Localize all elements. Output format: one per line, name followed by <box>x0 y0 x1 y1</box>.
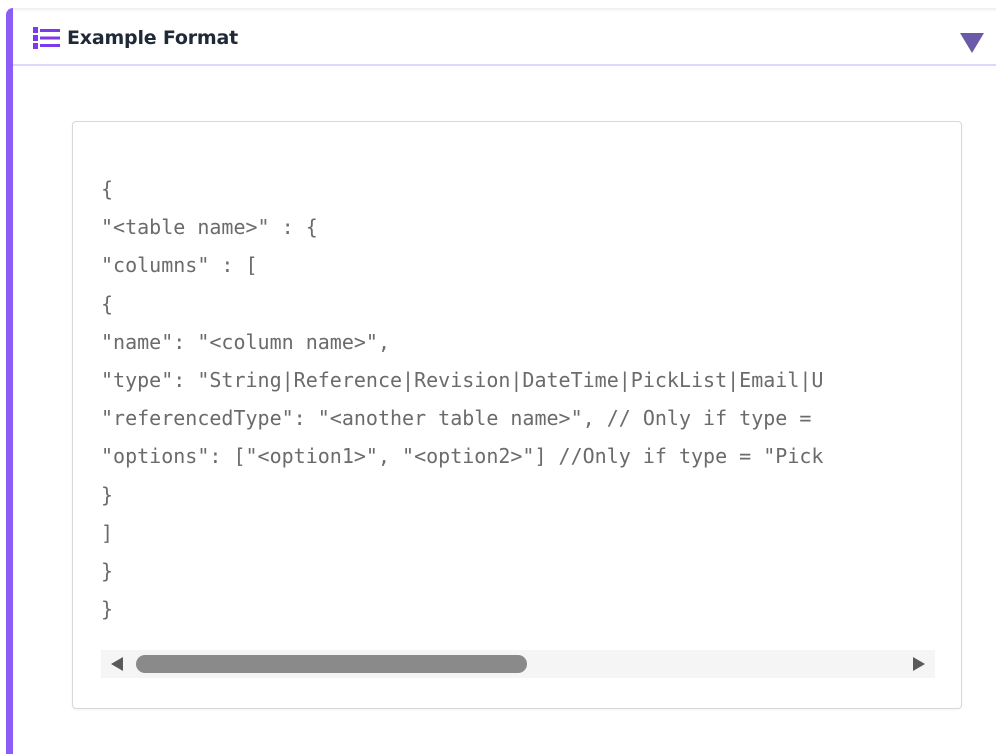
code-line: ] <box>101 520 114 545</box>
code-line: } <box>101 597 114 622</box>
code-line: "<table name>" : { <box>101 215 318 240</box>
scroll-left-arrow-icon[interactable] <box>111 657 123 671</box>
code-line: "type": "String|Reference|Revision|DateT… <box>101 367 824 392</box>
code-line: { <box>101 291 114 316</box>
section-accent-bar <box>6 8 13 754</box>
code-block: { "<table name>" : { "columns" : [ { "na… <box>72 121 962 709</box>
code-viewport[interactable]: { "<table name>" : { "columns" : [ { "na… <box>101 170 935 646</box>
code-line: "columns" : [ <box>101 253 258 278</box>
section-header[interactable]: Example Format <box>13 12 996 66</box>
horizontal-scrollbar[interactable] <box>101 650 935 678</box>
page: Example Format { "<table name>" : { "col… <box>0 0 996 754</box>
triangle-down-icon[interactable] <box>959 32 985 54</box>
code-line: } <box>101 482 114 507</box>
code-line: { <box>101 177 114 201</box>
scroll-right-arrow-icon[interactable] <box>913 657 925 671</box>
code-line: "options": ["<option1>", "<option2>"] //… <box>101 444 824 469</box>
code-line: "name": "<column name>", <box>101 329 390 354</box>
code-line: "referencedType": "<another table name>"… <box>101 406 824 431</box>
section-title: Example Format <box>67 27 239 49</box>
numbered-list-icon <box>33 27 60 49</box>
scrollbar-thumb[interactable] <box>136 655 527 673</box>
code-line: } <box>101 558 114 583</box>
